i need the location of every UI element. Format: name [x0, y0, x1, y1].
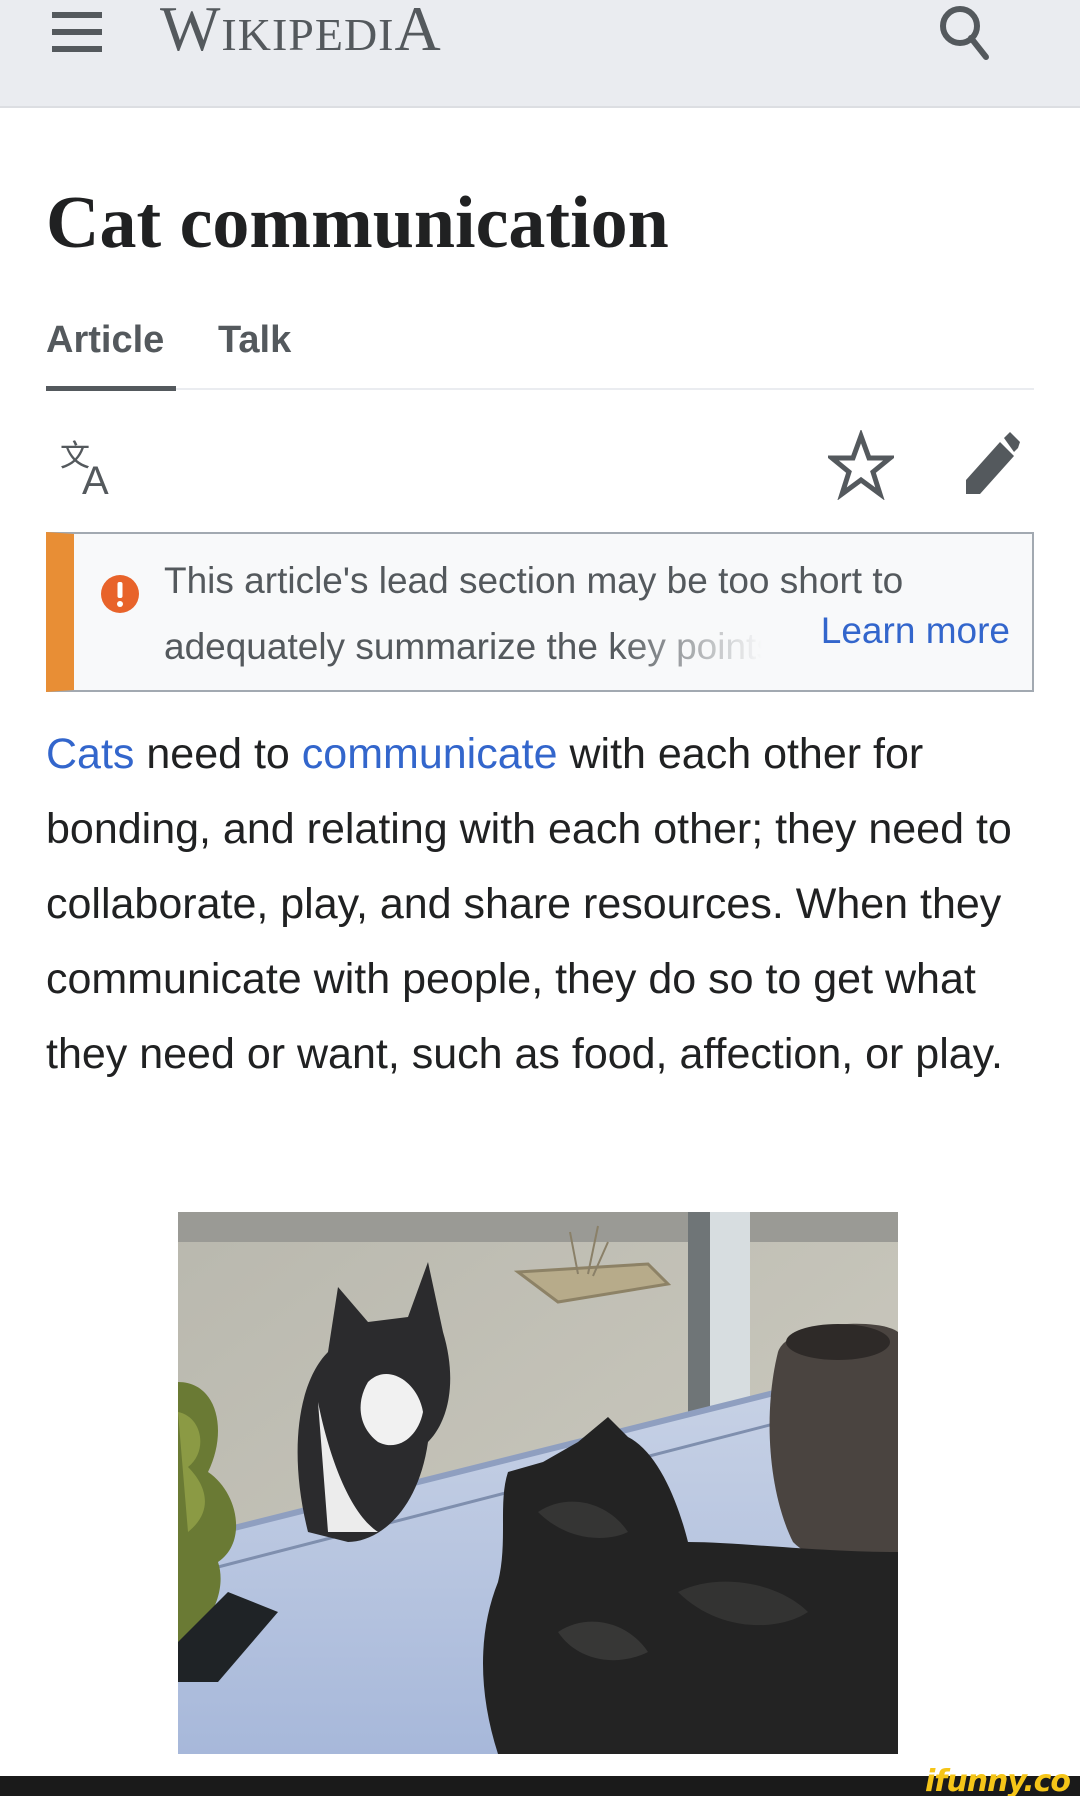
article-image[interactable] [178, 1212, 898, 1754]
notice-line-2: adequately summarize the key points of i… [164, 626, 774, 667]
issue-notice[interactable]: This article's lead section may be too s… [46, 532, 1034, 692]
learn-more-link[interactable]: Learn more [810, 610, 1010, 652]
link-communicate[interactable]: communicate [302, 730, 558, 778]
language-icon: 文 A [60, 439, 109, 503]
wikipedia-wordmark[interactable]: WIKIPEDIA [160, 0, 442, 64]
main-menu-button[interactable] [50, 12, 106, 58]
tab-article[interactable]: Article [46, 312, 164, 368]
ifunny-watermark: ifunny.co [925, 1764, 1071, 1796]
watermark-bar [0, 1776, 1080, 1796]
page-actions: 文 A [46, 428, 1034, 503]
svg-text:A: A [82, 459, 109, 500]
hamburger-menu-icon-bar [52, 46, 102, 52]
tab-talk[interactable]: Talk [218, 312, 291, 368]
link-cats[interactable]: Cats [46, 730, 134, 778]
cats-photo [178, 1212, 898, 1754]
language-button[interactable]: 文 A [58, 430, 128, 503]
hamburger-menu-icon [52, 12, 102, 18]
wordmark-letters: IKIPEDI [221, 9, 395, 60]
active-tab-indicator [46, 386, 176, 391]
lead-text: with each other for bonding, and relatin… [46, 730, 1012, 1078]
notice-line-1: This article's lead section may be too s… [164, 560, 904, 601]
watch-button[interactable] [825, 428, 897, 501]
star-icon [825, 428, 897, 501]
lead-text: need to [134, 730, 302, 778]
alert-icon [101, 575, 139, 613]
search-icon [940, 6, 989, 60]
page-title: Cat communication [46, 182, 669, 264]
page-tabs: Article Talk [46, 312, 1034, 391]
wordmark-letter: A [394, 0, 442, 64]
lead-paragraph: Cats need to communicate with each other… [46, 717, 1046, 1092]
hamburger-menu-icon-bar [52, 29, 102, 35]
pencil-icon [966, 432, 1020, 494]
edit-button[interactable] [958, 430, 1024, 500]
site-header: WIKIPEDIA [0, 0, 1080, 108]
search-button[interactable] [936, 2, 996, 62]
wordmark-letter: W [160, 0, 222, 64]
